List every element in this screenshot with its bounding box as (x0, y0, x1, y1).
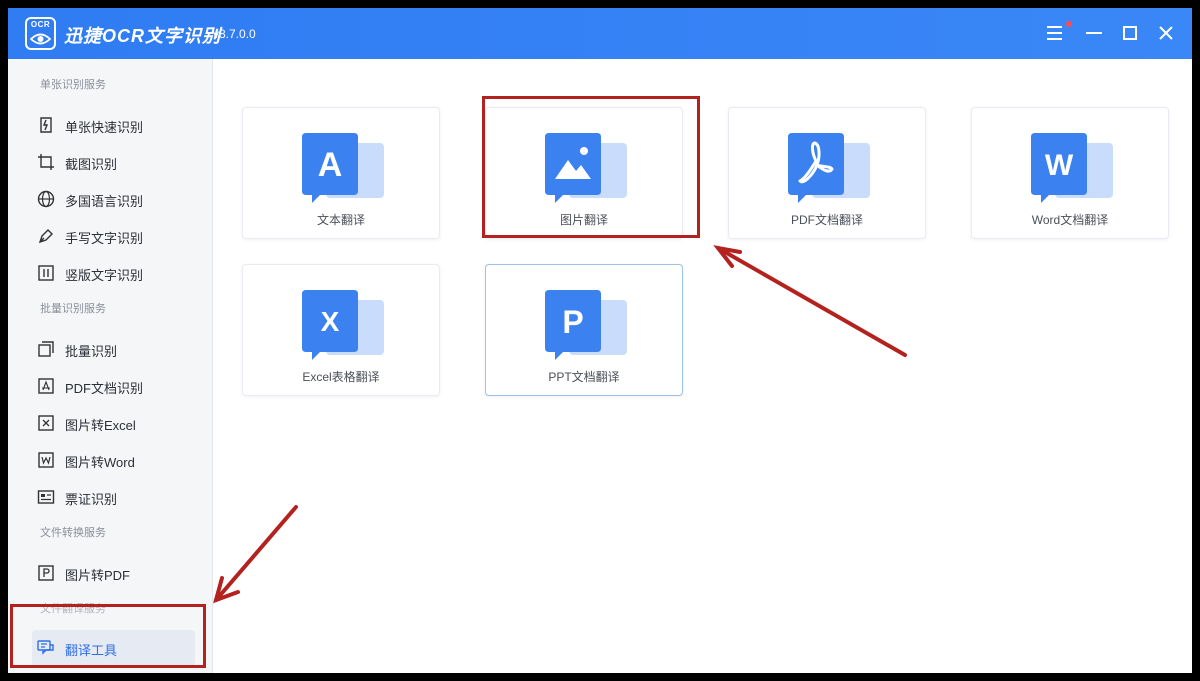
image-translate-icon (541, 133, 631, 208)
svg-text:A: A (318, 146, 343, 184)
sidebar-item-batch[interactable]: 批量识别 (32, 333, 195, 365)
sidebar-item-label: 多国语言识别 (65, 194, 144, 209)
globe-icon (37, 190, 55, 208)
section-title-batch: 批量识别服务 (40, 303, 106, 315)
sidebar-item-screenshot[interactable]: 截图识别 (32, 146, 195, 178)
ppt-doc-icon (37, 564, 55, 582)
sidebar-item-quick-scan[interactable]: 单张快速识别 (32, 109, 195, 141)
word-translate-icon: W (1027, 133, 1117, 208)
quick-scan-icon (37, 116, 55, 134)
app-logo-text: OCR (30, 20, 51, 29)
sidebar-item-vertical-text[interactable]: 竖版文字识别 (32, 257, 195, 289)
card-image-translate[interactable]: 图片翻译 (485, 107, 683, 239)
sidebar-item-label: PDF文档识别 (65, 381, 144, 396)
svg-text:X: X (321, 306, 340, 337)
sidebar-item-label: 图片转PDF (65, 568, 131, 583)
menu-icon[interactable] (1043, 21, 1067, 45)
sidebar-item-label: 票证识别 (65, 492, 118, 507)
sidebar-item-label: 翻译工具 (65, 643, 118, 658)
card-text-translate[interactable]: A 文本翻译 (242, 107, 440, 239)
card-label: 图片翻译 (559, 213, 608, 227)
section-title-single: 单张识别服务 (40, 79, 106, 91)
sidebar-item-multilang[interactable]: 多国语言识别 (32, 183, 195, 215)
svg-text:W: W (1045, 149, 1074, 182)
sidebar-item-label: 批量识别 (65, 344, 118, 359)
svg-text:P: P (562, 304, 583, 340)
excel-translate-icon: X (298, 290, 388, 365)
batch-icon (37, 340, 55, 358)
vertical-text-icon (37, 264, 55, 282)
card-label: Word文档翻译 (1031, 213, 1109, 227)
sidebar-item-label: 手写文字识别 (65, 231, 144, 246)
card-ppt-translate[interactable]: P PPT文档翻译 (485, 264, 683, 396)
app-logo-icon: OCR (25, 17, 56, 50)
ticket-icon (37, 488, 55, 506)
ppt-translate-icon: P (541, 290, 631, 365)
text-translate-icon: A (298, 133, 388, 208)
sidebar-item-label: 图片转Excel (65, 418, 136, 433)
sidebar-item-label: 单张快速识别 (65, 120, 144, 135)
sidebar-item-to-word[interactable]: 图片转Word (32, 444, 195, 476)
card-word-translate[interactable]: W Word文档翻译 (971, 107, 1169, 239)
excel-icon (37, 414, 55, 432)
section-title-convert: 文件转换服务 (40, 527, 106, 539)
pdf-translate-icon (784, 133, 874, 208)
sidebar-item-label: 竖版文字识别 (65, 268, 144, 283)
pdf-icon (37, 377, 55, 395)
sidebar-item-label: 截图识别 (65, 157, 118, 172)
app-title: 迅捷OCR文字识别 (64, 26, 221, 46)
pen-icon (37, 227, 55, 245)
card-excel-translate[interactable]: X Excel表格翻译 (242, 264, 440, 396)
maximize-icon[interactable] (1118, 21, 1142, 45)
word-icon (37, 451, 55, 469)
close-icon[interactable] (1154, 21, 1178, 45)
minimize-icon[interactable] (1082, 21, 1106, 45)
card-label: 文本翻译 (316, 213, 365, 227)
sidebar-item-to-pdf[interactable]: 图片转PDF (32, 557, 195, 589)
sidebar-item-handwriting[interactable]: 手写文字识别 (32, 220, 195, 252)
translation-tools-panel: A 文本翻译 图片翻译 PDF文档翻译 W Word文档翻译 X Excel表格… (214, 59, 1192, 673)
notification-dot (1066, 21, 1072, 27)
section-title-translate: 文件翻译服务 (40, 603, 106, 615)
card-label: Excel表格翻译 (302, 370, 380, 384)
title-bar: OCR 迅捷OCR文字识别 v8.7.0.0 (8, 8, 1192, 59)
card-pdf-translate[interactable]: PDF文档翻译 (728, 107, 926, 239)
sidebar: 单张识别服务 单张快速识别 截图识别 多国语言识别 手写文字识别 竖版文字识别 … (8, 59, 213, 673)
card-label: PDF文档翻译 (790, 213, 863, 227)
app-version: v8.7.0.0 (213, 27, 256, 41)
sidebar-item-label: 图片转Word (65, 455, 135, 470)
app-window: OCR 迅捷OCR文字识别 v8.7.0.0 单张识别服务 单张快速识别 截图识… (8, 8, 1192, 673)
sidebar-item-pdf[interactable]: PDF文档识别 (32, 370, 195, 402)
crop-icon (37, 153, 55, 171)
card-label: PPT文档翻译 (548, 370, 620, 384)
translate-icon (37, 639, 55, 657)
sidebar-item-ticket[interactable]: 票证识别 (32, 481, 195, 513)
sidebar-item-translate-tool[interactable]: 翻译工具 (32, 630, 195, 666)
sidebar-item-to-excel[interactable]: 图片转Excel (32, 407, 195, 439)
